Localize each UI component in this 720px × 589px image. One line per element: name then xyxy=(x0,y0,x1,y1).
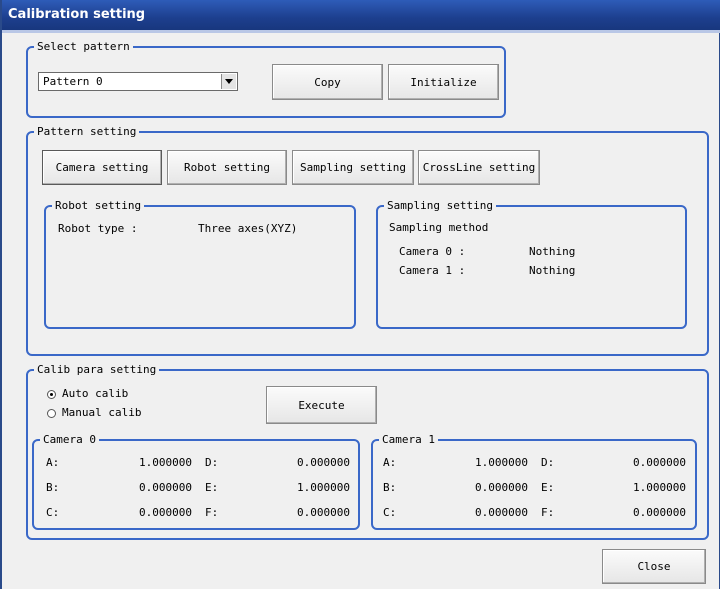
tab-sampling-setting[interactable]: Sampling setting xyxy=(292,150,414,185)
sampling-camera1-label: Camera 1 : xyxy=(399,264,466,277)
calib-para-title: Calib para setting xyxy=(34,363,160,377)
tab-camera-setting[interactable]: Camera setting xyxy=(42,150,162,185)
tab-robot-setting[interactable]: Robot setting xyxy=(167,150,287,185)
camera1-value-c: 0.000000 xyxy=(475,506,528,519)
chevron-down-icon[interactable] xyxy=(221,74,236,89)
camera1-title: Camera 1 xyxy=(379,433,438,447)
robot-type-label: Robot type : xyxy=(58,222,138,235)
camera0-value-b: 0.000000 xyxy=(139,481,192,494)
camera1-label-d: D: xyxy=(541,456,555,469)
robot-setting-title: Robot setting xyxy=(52,199,145,213)
camera0-label-b: B: xyxy=(46,481,60,494)
camera0-value-f: 0.000000 xyxy=(297,506,350,519)
camera1-label-c: C: xyxy=(383,506,397,519)
pattern-setting-title: Pattern setting xyxy=(34,125,140,139)
camera0-value-d: 0.000000 xyxy=(297,456,350,469)
sampling-method-label: Sampling method xyxy=(389,221,489,234)
camera0-label-a: A: xyxy=(46,456,60,469)
copy-button[interactable]: Copy xyxy=(272,64,383,100)
tab-crossline-setting[interactable]: CrossLine setting xyxy=(418,150,540,185)
camera1-value-f: 0.000000 xyxy=(633,506,686,519)
auto-calib-label[interactable]: Auto calib xyxy=(62,387,128,401)
close-button[interactable]: Close xyxy=(602,549,706,584)
camera1-label-a: A: xyxy=(383,456,397,469)
camera0-value-c: 0.000000 xyxy=(139,506,192,519)
manual-calib-label[interactable]: Manual calib xyxy=(62,406,141,420)
sampling-setting-title: Sampling setting xyxy=(384,199,496,213)
camera0-value-e: 1.000000 xyxy=(297,481,350,494)
pattern-select-value: Pattern 0 xyxy=(43,75,103,88)
pattern-select[interactable]: Pattern 0 xyxy=(38,72,238,91)
camera1-label-e: E: xyxy=(541,481,555,494)
camera0-label-d: D: xyxy=(205,456,219,469)
sampling-camera0-value: Nothing xyxy=(529,245,576,258)
sampling-camera0-label: Camera 0 : xyxy=(399,245,466,258)
select-pattern-title: Select pattern xyxy=(34,40,133,54)
execute-button[interactable]: Execute xyxy=(266,386,377,424)
auto-calib-radio[interactable] xyxy=(47,390,56,399)
camera1-value-d: 0.000000 xyxy=(633,456,686,469)
window-title: Calibration setting xyxy=(2,0,720,30)
camera1-label-f: F: xyxy=(541,506,555,519)
camera0-label-e: E: xyxy=(205,481,219,494)
robot-type-value: Three axes(XYZ) xyxy=(198,222,298,235)
camera0-value-a: 1.000000 xyxy=(139,456,192,469)
camera0-label-f: F: xyxy=(205,506,219,519)
initialize-button[interactable]: Initialize xyxy=(388,64,499,100)
camera0-label-c: C: xyxy=(46,506,60,519)
camera1-label-b: B: xyxy=(383,481,397,494)
manual-calib-radio[interactable] xyxy=(47,409,56,418)
camera0-title: Camera 0 xyxy=(40,433,99,447)
camera1-value-a: 1.000000 xyxy=(475,456,528,469)
camera1-value-b: 0.000000 xyxy=(475,481,528,494)
sampling-camera1-value: Nothing xyxy=(529,264,576,277)
camera1-value-e: 1.000000 xyxy=(633,481,686,494)
calibration-window: Calibration setting Select pattern Patte… xyxy=(0,0,720,589)
titlebar-divider xyxy=(2,30,720,33)
